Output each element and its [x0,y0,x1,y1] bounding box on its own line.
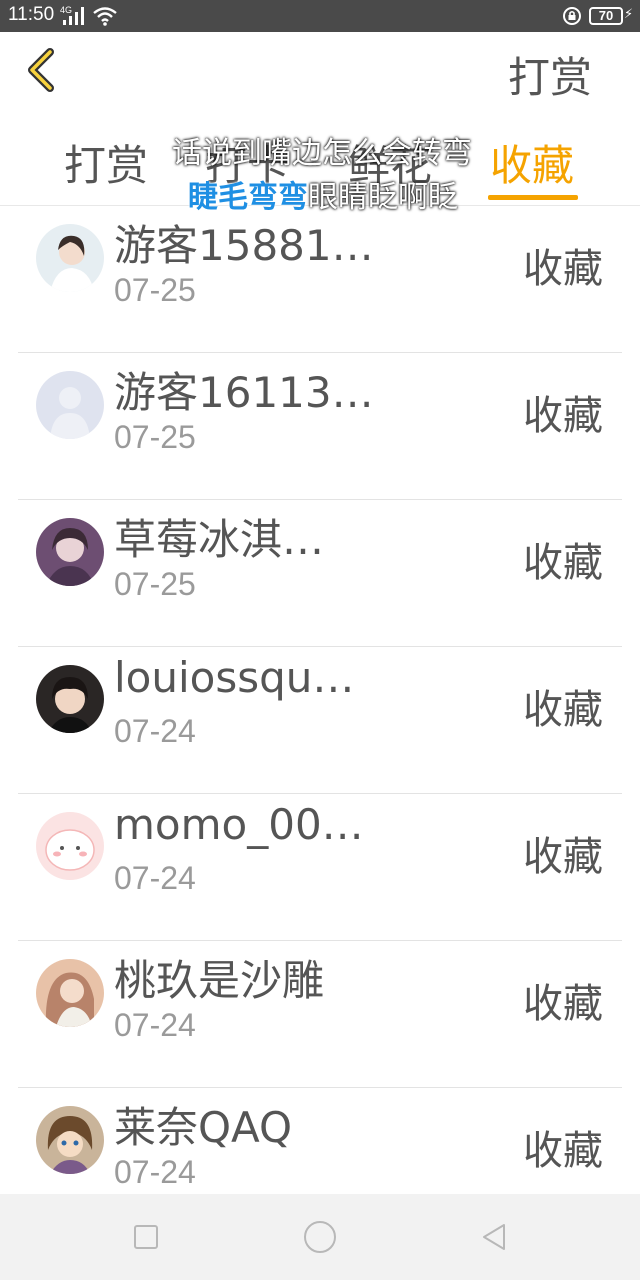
favorites-list: 游客15881… 07-25 收藏 游客16113… 07-25 收藏 草莓冰淇… [0,206,640,1184]
reward-button[interactable]: 打赏 [508,44,592,105]
record-action: 收藏 [523,834,603,880]
active-tab-indicator [488,195,578,200]
battery-level: 70 [598,8,614,23]
list-item[interactable]: louiossqu… 07-24 收藏 [0,647,640,794]
record-action: 收藏 [523,1128,603,1174]
user-name: louiossqu… [114,653,355,702]
avatar[interactable] [36,1106,104,1174]
record-date: 07-24 [114,713,196,749]
status-time: 11:50 [8,4,55,25]
avatar[interactable] [36,812,104,880]
network-type: 4G [60,5,72,15]
back-triangle-icon[interactable] [478,1221,510,1253]
user-name: 游客15881… [114,221,374,270]
avatar[interactable] [36,518,104,586]
record-action: 收藏 [523,393,603,439]
list-item[interactable]: 莱奈QAQ 07-24 收藏 [0,1088,640,1184]
record-date: 07-24 [114,1154,196,1184]
list-item[interactable]: momo_00… 07-24 收藏 [0,794,640,941]
record-action: 收藏 [523,540,603,586]
tab-reward[interactable]: 打赏 [64,132,148,193]
avatar[interactable] [36,665,104,733]
tab-favorites[interactable]: 收藏 [490,132,574,193]
record-date: 07-25 [114,566,196,602]
system-nav-bar [0,1194,640,1280]
avatar[interactable] [36,959,104,1027]
charging-icon: ⚡ [624,7,634,22]
user-name: 草莓冰淇… [114,515,325,564]
record-action: 收藏 [523,246,603,292]
user-name: 桃玖是沙雕 [114,956,325,1005]
lyric-line-1: 话说到嘴边怎么会转弯 [172,136,472,171]
avatar[interactable] [36,224,104,292]
back-arrow-icon[interactable] [20,46,64,96]
default-user-icon[interactable] [36,371,104,439]
wifi-icon [93,7,117,26]
user-name: momo_00… [114,800,364,849]
record-date: 07-24 [114,860,196,896]
record-date: 07-25 [114,272,196,308]
battery-icon: 70 [589,7,623,25]
status-bar: 11:50 4G 70 ⚡ [0,0,640,32]
signal-icon: 4G [60,5,84,25]
rotation-lock-icon [563,7,581,25]
list-item[interactable]: 游客16113… 07-25 收藏 [0,353,640,500]
user-name: 莱奈QAQ [114,1103,293,1152]
home-icon[interactable] [304,1221,336,1253]
record-action: 收藏 [523,687,603,733]
list-item[interactable]: 草莓冰淇… 07-25 收藏 [0,500,640,647]
list-item[interactable]: 游客15881… 07-25 收藏 [0,206,640,353]
recent-apps-icon[interactable] [134,1225,158,1249]
record-action: 收藏 [523,981,603,1027]
record-date: 07-24 [114,1007,196,1043]
user-name: 游客16113… [114,368,374,417]
record-date: 07-25 [114,419,196,455]
list-item[interactable]: 桃玖是沙雕 07-24 收藏 [0,941,640,1088]
